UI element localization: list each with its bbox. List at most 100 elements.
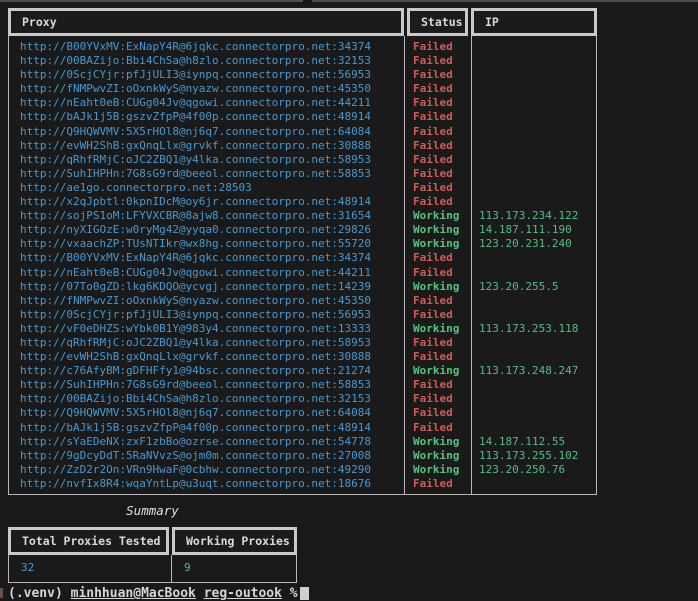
proxy-url: http://00BAZijo:Bbi4ChSa@h8zlo.connector… <box>9 392 405 406</box>
ip-value: 113.173.234.122 <box>472 209 596 223</box>
table-row: http://sYaEDeNX:zxF1zbBo@ozrse.connector… <box>9 435 596 449</box>
status-value: Failed <box>405 82 472 96</box>
table-row: http://bAJk1j5B:gszvZfpP@4f00p.connector… <box>9 421 596 435</box>
proxy-url: http://0ScjCYjr:pfJjULI3@iynpq.connector… <box>9 308 405 322</box>
ip-value: 113.173.248.247 <box>472 364 596 378</box>
terminal-edge-artifact <box>0 588 3 598</box>
ip-value <box>472 181 596 195</box>
status-value: Failed <box>405 308 472 322</box>
ip-value <box>472 153 596 167</box>
table-row: http://nEaht0eB:CUGg04Jv@qgowi.connector… <box>9 96 596 110</box>
ip-value <box>472 195 596 209</box>
ip-value <box>472 336 596 350</box>
status-value: Failed <box>405 336 472 350</box>
table-row: http://B00YVxMV:ExNapY4R@6jqkc.connector… <box>9 251 596 265</box>
column-divider <box>404 36 405 494</box>
status-value: Failed <box>405 54 472 68</box>
table-row: http://00BAZijo:Bbi4ChSa@h8zlo.connector… <box>9 392 596 406</box>
status-value: Failed <box>405 378 472 392</box>
proxy-url: http://07To0gZD:lkg6KDQO@ycvgj.connector… <box>9 280 405 294</box>
shell-prompt: (.venv) minhhuan@MacBook reg-outook % <box>8 586 309 601</box>
ip-value: 113.173.253.118 <box>472 322 596 336</box>
status-value: Failed <box>405 139 472 153</box>
total-proxies-value: 32 <box>9 555 172 582</box>
ip-value <box>472 125 596 139</box>
ip-value <box>472 378 596 392</box>
table-row: http://07To0gZD:lkg6KDQO@ycvgj.connector… <box>9 280 596 294</box>
table-row: http://SuhIHPHn:7G8sG9rd@beeol.connector… <box>9 167 596 181</box>
table-row: http://vF0eDHZS:wYbk0B1Y@983y4.connector… <box>9 322 596 336</box>
status-value: Failed <box>405 96 472 110</box>
proxy-url: http://qRhfRMjC:oJC2ZBQ1@y4lka.connector… <box>9 153 405 167</box>
proxy-url: http://c76AfyBM:gDFHFfy1@94bsc.connector… <box>9 364 405 378</box>
ip-value <box>472 139 596 153</box>
ip-value <box>472 167 596 181</box>
ip-value <box>472 392 596 406</box>
ip-value: 123.20.250.76 <box>472 463 596 477</box>
table-row: http://bAJk1j5B:gszvZfpP@4f00p.connector… <box>9 110 596 124</box>
status-value: Failed <box>405 68 472 82</box>
column-divider <box>171 555 172 582</box>
proxy-url: http://ZzD2r2On:VRn9HwaF@0cbhw.connector… <box>9 463 405 477</box>
status-value: Failed <box>405 40 472 54</box>
proxy-table-header: Proxy Status IP <box>8 8 597 36</box>
status-value: Failed <box>405 294 472 308</box>
ip-value <box>472 96 596 110</box>
proxy-url: http://B00YVxMV:ExNapY4R@6jqkc.connector… <box>9 251 405 265</box>
proxy-url: http://fNMPwvZI:oOxnkWyS@nyazw.connector… <box>9 294 405 308</box>
table-row: http://Q9HQWVMV:5X5rHOl8@nj6q7.connector… <box>9 406 596 420</box>
status-value: Failed <box>405 266 472 280</box>
table-row: http://nEaht0eB:CUGg04Jv@qgowi.connector… <box>9 266 596 280</box>
status-value: Failed <box>405 181 472 195</box>
ip-value: 113.173.255.102 <box>472 449 596 463</box>
ip-value <box>472 350 596 364</box>
table-row: http://fNMPwvZI:oOxnkWyS@nyazw.connector… <box>9 82 596 96</box>
proxy-url: http://SuhIHPHn:7G8sG9rd@beeol.connector… <box>9 167 405 181</box>
proxy-url: http://evWH2ShB:gxQnqLlx@grvkf.connector… <box>9 350 405 364</box>
ip-value: 123.20.231.240 <box>472 237 596 251</box>
table-row: http://0ScjCYjr:pfJjULI3@iynpq.connector… <box>9 308 596 322</box>
status-value: Working <box>405 364 472 378</box>
ip-value <box>472 82 596 96</box>
column-header-total-proxies: Total Proxies Tested <box>8 527 169 555</box>
column-header-status: Status <box>407 8 468 36</box>
table-row: http://evWH2ShB:gxQnqLlx@grvkf.connector… <box>9 350 596 364</box>
status-value: Failed <box>405 167 472 181</box>
proxy-url: http://Q9HQWVMV:5X5rHOl8@nj6q7.connector… <box>9 406 405 420</box>
proxy-url: http://evWH2ShB:gxQnqLlx@grvkf.connector… <box>9 139 405 153</box>
proxy-table-body: http://B00YVxMV:ExNapY4R@6jqkc.connector… <box>8 36 597 495</box>
proxy-results-table: Proxy Status IP http://B00YVxMV:ExNapY4R… <box>8 8 597 495</box>
proxy-url: http://nyXIGOzE:w0ryMg42@yyqa0.connector… <box>9 223 405 237</box>
proxy-url: http://bAJk1j5B:gszvZfpP@4f00p.connector… <box>9 110 405 124</box>
status-value: Failed <box>405 350 472 364</box>
ip-value <box>472 54 596 68</box>
proxy-url: http://bAJk1j5B:gszvZfpP@4f00p.connector… <box>9 421 405 435</box>
table-row: http://evWH2ShB:gxQnqLlx@grvkf.connector… <box>9 139 596 153</box>
proxy-url: http://qRhfRMjC:oJC2ZBQ1@y4lka.connector… <box>9 336 405 350</box>
ip-value <box>472 477 596 491</box>
table-row: http://0ScjCYjr:pfJjULI3@iynpq.connector… <box>9 68 596 82</box>
table-row: http://nyXIGOzE:w0ryMg42@yyqa0.connector… <box>9 223 596 237</box>
proxy-url: http://ae1go.connectorpro.net:28503 <box>9 181 405 195</box>
user-host: minhhuan@MacBook <box>71 586 196 601</box>
table-row: http://ZzD2r2On:VRn9HwaF@0cbhw.connector… <box>9 463 596 477</box>
ip-value: 123.20.255.5 <box>472 280 596 294</box>
summary-table-body: 32 9 <box>8 555 297 583</box>
table-row: http://c76AfyBM:gDFHFfy1@94bsc.connector… <box>9 364 596 378</box>
ip-value <box>472 40 596 54</box>
summary-title: Summary <box>8 503 297 518</box>
proxy-url: http://Q9HQWVMV:5X5rHOl8@nj6q7.connector… <box>9 125 405 139</box>
status-value: Working <box>405 322 472 336</box>
summary-table: Total Proxies Tested Working Proxies 32 … <box>8 527 297 583</box>
table-row: http://9gDcyDdT:5RaNVvzS@ojm0m.connector… <box>9 449 596 463</box>
status-value: Working <box>405 280 472 294</box>
status-value: Working <box>405 449 472 463</box>
ip-value <box>472 251 596 265</box>
table-row: http://B00YVxMV:ExNapY4R@6jqkc.connector… <box>9 40 596 54</box>
table-row: http://Q9HQWVMV:5X5rHOl8@nj6q7.connector… <box>9 125 596 139</box>
table-row: http://sojPS1oM:LFYVXCBR@8ajw8.connector… <box>9 209 596 223</box>
proxy-url: http://sYaEDeNX:zxF1zbBo@ozrse.connector… <box>9 435 405 449</box>
proxy-url: http://B00YVxMV:ExNapY4R@6jqkc.connector… <box>9 40 405 54</box>
ip-value <box>472 308 596 322</box>
status-value: Failed <box>405 406 472 420</box>
